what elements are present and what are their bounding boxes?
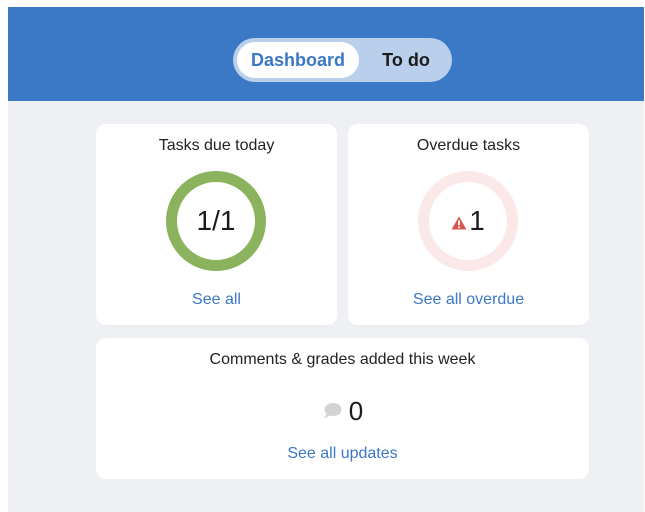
app-screen: Dashboard To do Tasks due today 1/1 See … bbox=[8, 7, 644, 512]
overdue-value-row: 1 bbox=[429, 182, 507, 260]
see-all-updates-link[interactable]: See all updates bbox=[96, 445, 589, 463]
view-switcher: Dashboard To do bbox=[233, 38, 452, 82]
see-all-label[interactable]: See all bbox=[192, 291, 241, 308]
comments-count: 0 bbox=[348, 395, 364, 426]
overdue-tasks-card: Overdue tasks 1 See all overdue bbox=[348, 124, 589, 325]
overdue-ring: 1 bbox=[418, 171, 518, 271]
overdue-count: 1 bbox=[469, 205, 485, 236]
tasks-due-today-card: Tasks due today 1/1 See all bbox=[96, 124, 337, 325]
tasks-progress-ring: 1/1 bbox=[166, 171, 266, 271]
see-all-overdue-link[interactable]: See all overdue bbox=[348, 291, 589, 309]
tab-dashboard[interactable]: Dashboard bbox=[237, 42, 359, 78]
comment-bubble-icon bbox=[323, 403, 342, 419]
tasks-due-title: Tasks due today bbox=[158, 137, 275, 154]
overdue-title: Overdue tasks bbox=[416, 137, 521, 154]
warning-triangle-icon bbox=[451, 216, 467, 229]
tab-todo[interactable]: To do bbox=[363, 42, 449, 78]
comments-title: Comments & grades added this week bbox=[209, 351, 476, 368]
comments-grades-card: Comments & grades added this week 0 See … bbox=[96, 338, 589, 479]
see-all-link[interactable]: See all bbox=[96, 291, 337, 309]
tasks-due-value: 1/1 bbox=[196, 205, 236, 236]
header-bar: Dashboard To do bbox=[8, 7, 644, 101]
see-all-overdue-label[interactable]: See all overdue bbox=[413, 291, 524, 308]
comments-count-row: 0 bbox=[96, 395, 589, 427]
see-all-updates-label[interactable]: See all updates bbox=[287, 445, 397, 462]
